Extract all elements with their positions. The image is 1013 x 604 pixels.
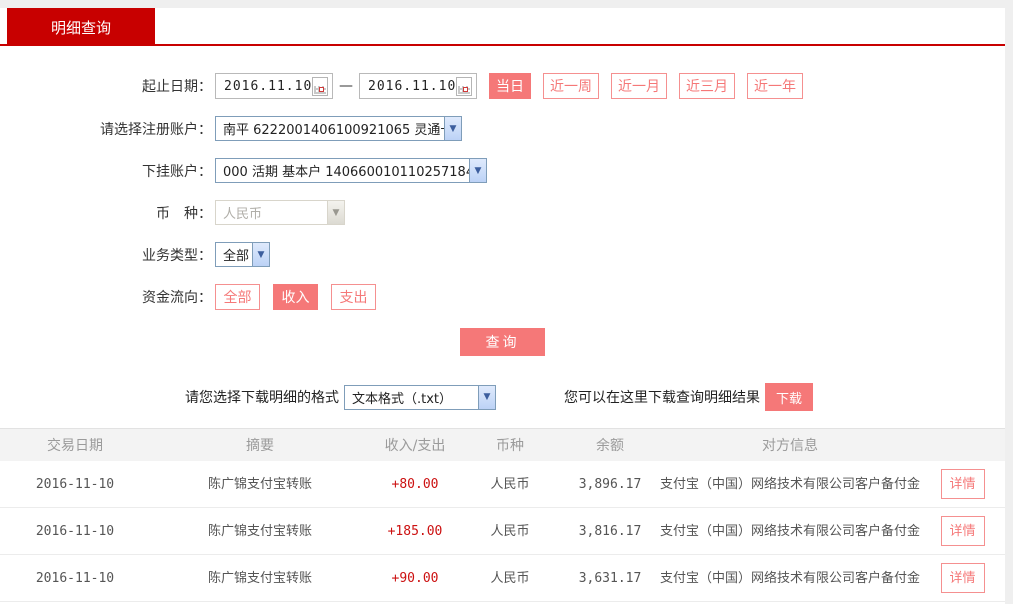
chevron-down-icon[interactable]: ▼ [478, 386, 495, 409]
chevron-down-icon[interactable]: ▼ [469, 159, 486, 182]
fund-flow-label: 资金流向： [0, 287, 215, 307]
register-account-label: 请选择注册账户： [0, 119, 215, 139]
download-button[interactable]: 下载 [765, 383, 813, 411]
detail-button[interactable]: 详情 [941, 469, 985, 499]
transactions-table: 交易日期 摘要 收入/支出 币种 余额 对方信息 2016-11-10 陈广锦支… [0, 428, 1005, 602]
detail-button[interactable]: 详情 [941, 563, 985, 593]
query-form: 起止日期： 2016.11.10 — 2016.11.10 当日 近一周 近一月… [0, 46, 1005, 356]
table-row: 2016-11-10 陈广锦支付宝转账 +185.00 人民币 3,816.17… [0, 508, 1005, 555]
quick-range-3months-button[interactable]: 近三月 [679, 73, 735, 99]
cell-date: 2016-11-10 [0, 522, 150, 541]
business-type-value: 全部 [216, 243, 252, 266]
header-date: 交易日期 [0, 435, 150, 455]
detail-button[interactable]: 详情 [941, 516, 985, 546]
download-row: 请您选择下载明细的格式 文本格式（.txt） ▼ 您可以在这里下载查询明细结果 … [0, 383, 1005, 411]
fund-flow-all-button[interactable]: 全部 [215, 284, 260, 310]
chevron-down-icon: ▼ [327, 201, 344, 224]
cell-amount: +90.00 [370, 569, 460, 588]
register-account-select[interactable]: 南平 6222001406100921065 灵通卡 ▼ [215, 116, 462, 141]
query-button-row: 查询 [0, 328, 1005, 356]
cell-currency: 人民币 [460, 475, 560, 494]
register-account-value: 南平 6222001406100921065 灵通卡 [216, 117, 444, 140]
cell-counterparty: 支付宝（中国）网络技术有限公司客户备付金 [660, 475, 920, 494]
cell-summary: 陈广锦支付宝转账 [150, 569, 370, 588]
currency-label: 币 种： [0, 203, 215, 223]
chevron-down-icon[interactable]: ▼ [252, 243, 269, 266]
cell-summary: 陈广锦支付宝转账 [150, 475, 370, 494]
register-account-row: 请选择注册账户： 南平 6222001406100921065 灵通卡 ▼ [0, 116, 1005, 141]
header-balance: 余额 [560, 435, 660, 455]
download-format-select[interactable]: 文本格式（.txt） ▼ [344, 385, 496, 410]
chevron-down-icon[interactable]: ▼ [444, 117, 461, 140]
calendar-icon[interactable] [312, 77, 328, 96]
cell-amount: +185.00 [370, 522, 460, 541]
fund-flow-expense-button[interactable]: 支出 [331, 284, 376, 310]
download-hint: 您可以在这里下载查询明细结果 [564, 387, 760, 407]
currency-row: 币 种： 人民币 ▼ [0, 200, 1005, 225]
date-range-row: 起止日期： 2016.11.10 — 2016.11.10 当日 近一周 近一月… [0, 73, 1005, 99]
cell-currency: 人民币 [460, 522, 560, 541]
table-row: 2016-11-10 陈广锦支付宝转账 +90.00 人民币 3,631.17 … [0, 555, 1005, 602]
date-range-separator: — [339, 78, 353, 94]
business-type-row: 业务类型： 全部 ▼ [0, 242, 1005, 267]
sub-account-label: 下挂账户： [0, 161, 215, 181]
quick-range-week-button[interactable]: 近一周 [543, 73, 599, 99]
start-date-value: 2016.11.10 [224, 79, 312, 94]
download-format-value: 文本格式（.txt） [345, 386, 478, 409]
header-counterparty: 对方信息 [660, 435, 920, 455]
sub-account-row: 下挂账户： 000 活期 基本户 1406600101102571848 ▼ [0, 158, 1005, 183]
content-panel: 明细查询 起止日期： 2016.11.10 — 2016.11.10 当日 近一… [0, 8, 1005, 604]
table-header: 交易日期 摘要 收入/支出 币种 余额 对方信息 [0, 428, 1005, 461]
fund-flow-row: 资金流向： 全部 收入 支出 [0, 284, 1005, 310]
sub-account-select[interactable]: 000 活期 基本户 1406600101102571848 ▼ [215, 158, 487, 183]
cell-amount: +80.00 [370, 475, 460, 494]
query-button[interactable]: 查询 [460, 328, 545, 356]
tab-detail-query[interactable]: 明细查询 [7, 8, 155, 46]
start-date-input[interactable]: 2016.11.10 [215, 73, 333, 99]
quick-range-today-button[interactable]: 当日 [489, 73, 531, 99]
cell-balance: 3,631.17 [560, 569, 660, 588]
cell-balance: 3,816.17 [560, 522, 660, 541]
cell-counterparty: 支付宝（中国）网络技术有限公司客户备付金 [660, 569, 920, 588]
header-summary: 摘要 [150, 435, 370, 455]
end-date-value: 2016.11.10 [368, 79, 456, 94]
cell-date: 2016-11-10 [0, 475, 150, 494]
cell-date: 2016-11-10 [0, 569, 150, 588]
end-date-input[interactable]: 2016.11.10 [359, 73, 477, 99]
business-type-select[interactable]: 全部 ▼ [215, 242, 270, 267]
cell-balance: 3,896.17 [560, 475, 660, 494]
page: 明细查询 起止日期： 2016.11.10 — 2016.11.10 当日 近一… [0, 0, 1013, 604]
header-currency: 币种 [460, 435, 560, 455]
cell-currency: 人民币 [460, 569, 560, 588]
currency-value: 人民币 [216, 201, 327, 224]
quick-range-year-button[interactable]: 近一年 [747, 73, 803, 99]
cell-counterparty: 支付宝（中国）网络技术有限公司客户备付金 [660, 522, 920, 541]
download-format-label: 请您选择下载明细的格式 [185, 387, 339, 407]
currency-select: 人民币 ▼ [215, 200, 345, 225]
date-range-label: 起止日期： [0, 76, 215, 96]
quick-range-month-button[interactable]: 近一月 [611, 73, 667, 99]
calendar-icon[interactable] [456, 77, 472, 96]
tab-bar: 明细查询 [0, 8, 1005, 46]
business-type-label: 业务类型： [0, 245, 215, 265]
header-amount: 收入/支出 [370, 435, 460, 455]
fund-flow-income-button[interactable]: 收入 [273, 284, 318, 310]
table-row: 2016-11-10 陈广锦支付宝转账 +80.00 人民币 3,896.17 … [0, 461, 1005, 508]
cell-summary: 陈广锦支付宝转账 [150, 522, 370, 541]
sub-account-value: 000 活期 基本户 1406600101102571848 [216, 159, 469, 182]
